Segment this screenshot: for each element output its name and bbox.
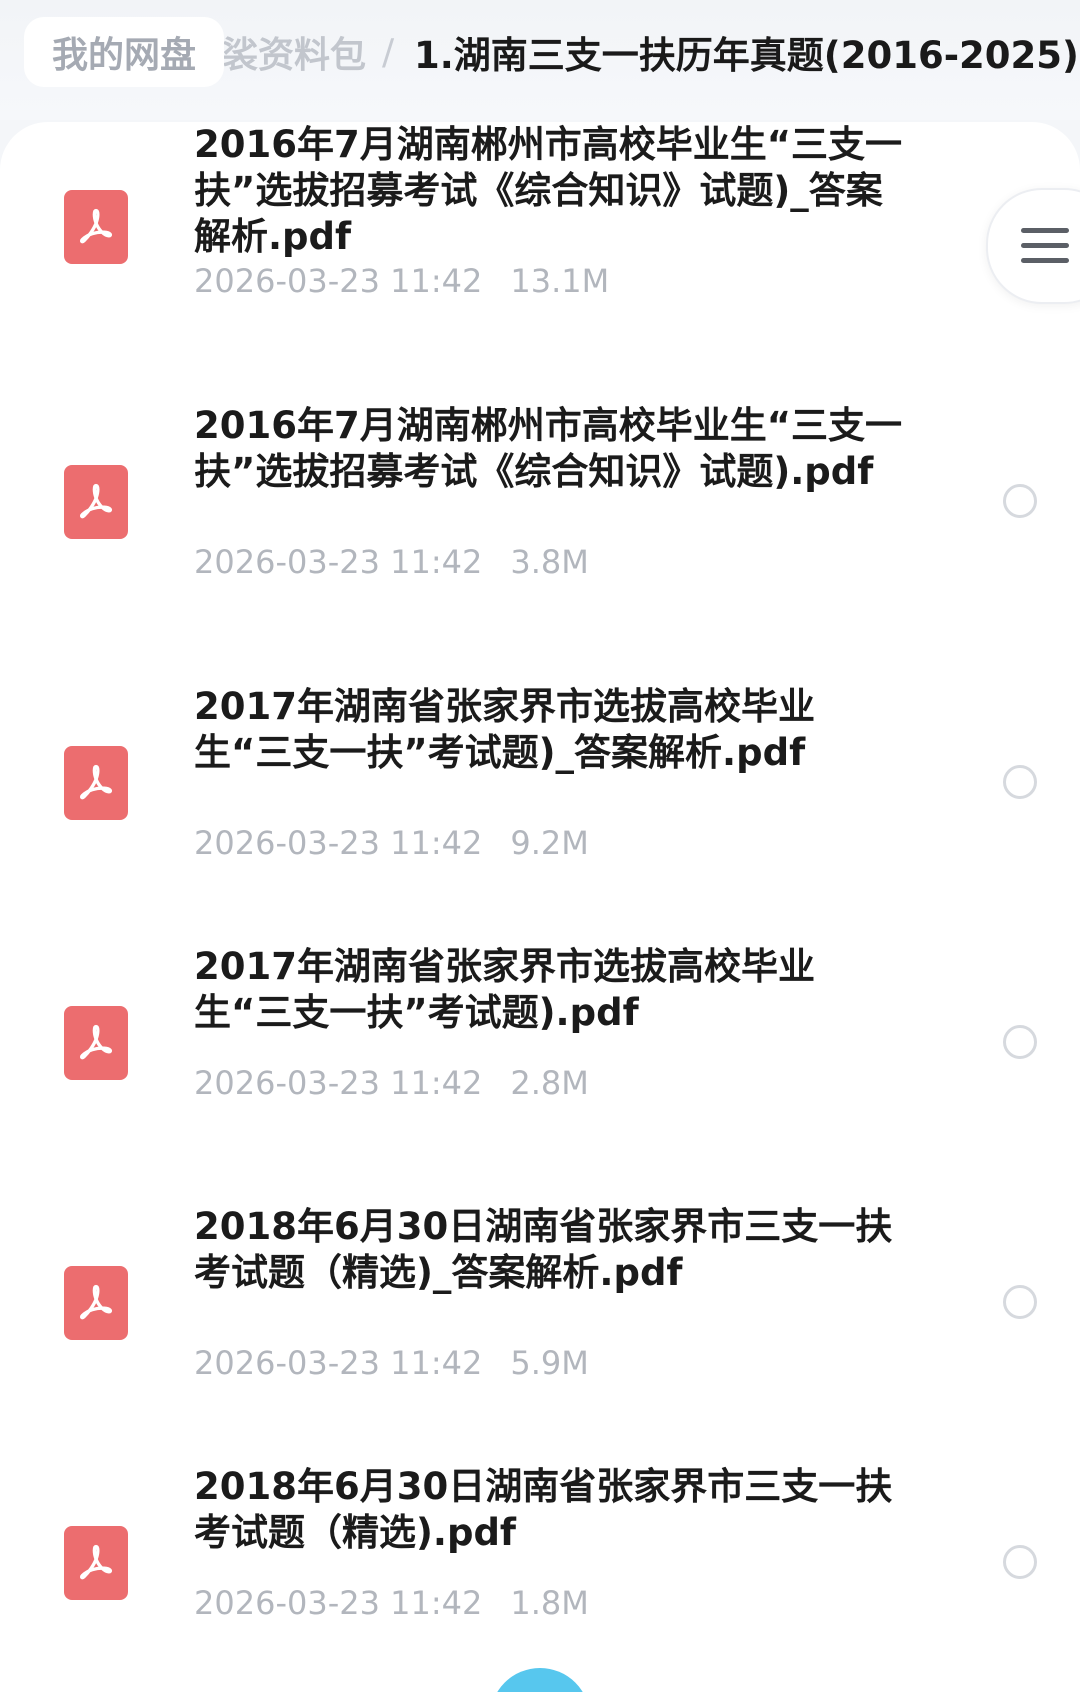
file-name: 2017年湖南省张家界市选拔高校毕业生“三支一扶”考试题).pdf (194, 945, 815, 1034)
file-name: 2018年6月30日湖南省张家界市三支一扶考试题（精选)_答案解析.pdf (194, 1205, 893, 1294)
file-row[interactable]: 2017年湖南省张家界市选拔高校毕业生“三支一扶”考试题)_答案解析.pdf 2… (0, 685, 1080, 952)
file-row[interactable]: 2018年6月30日湖南省张家界市三支一扶考试题（精选).pdf 2026-03… (0, 1465, 1080, 1692)
select-radio[interactable] (1003, 765, 1037, 799)
pdf-icon (64, 746, 128, 820)
file-meta: 2026-03-23 11:42 13.1M (194, 262, 609, 300)
file-name: 2016年7月湖南郴州市高校毕业生“三支一扶”选拔招募考试《综合知识》试题)_答… (194, 123, 903, 258)
file-size: 1.8M (510, 1584, 589, 1622)
breadcrumb-home[interactable]: 我的网盘 (24, 17, 225, 87)
file-date: 2026-03-23 11:42 (194, 543, 483, 581)
menu-icon-bar (1021, 243, 1069, 248)
select-radio[interactable] (1003, 484, 1037, 518)
file-meta: 2026-03-23 11:42 3.8M (194, 543, 589, 581)
file-date: 2026-03-23 11:42 (194, 1064, 483, 1102)
menu-icon-bar (1021, 258, 1069, 263)
file-size: 13.1M (510, 262, 610, 300)
file-name: 2016年7月湖南郴州市高校毕业生“三支一扶”选拔招募考试《综合知识》试题).p… (194, 404, 903, 493)
file-name: 2017年湖南省张家界市选拔高校毕业生“三支一扶”考试题)_答案解析.pdf (194, 685, 815, 774)
pdf-icon (64, 1266, 128, 1340)
file-size: 3.8M (510, 543, 589, 581)
file-list: 2016年7月湖南郴州市高校毕业生“三支一扶”选拔招募考试《综合知识》试题)_答… (0, 122, 1080, 1692)
pdf-icon (64, 190, 128, 264)
select-radio[interactable] (1003, 1285, 1037, 1319)
file-meta: 2026-03-23 11:42 5.9M (194, 1344, 589, 1382)
breadcrumb-separator: / (382, 31, 395, 73)
pdf-icon (64, 465, 128, 539)
select-radio[interactable] (1003, 1545, 1037, 1579)
file-row[interactable]: 2017年湖南省张家界市选拔高校毕业生“三支一扶”考试题).pdf 2026-0… (0, 945, 1080, 1212)
file-name: 2018年6月30日湖南省张家界市三支一扶考试题（精选).pdf (194, 1465, 893, 1554)
pdf-icon (64, 1526, 128, 1600)
file-meta: 2026-03-23 11:42 1.8M (194, 1584, 589, 1622)
file-browser-screen: 我的网盘 裟资料包 / 1.湖南三支一扶历年真题(2016-2025) 2016… (0, 0, 1080, 1692)
file-size: 5.9M (510, 1344, 589, 1382)
file-date: 2026-03-23 11:42 (194, 1584, 483, 1622)
file-meta: 2026-03-23 11:42 9.2M (194, 824, 589, 862)
file-meta: 2026-03-23 11:42 2.8M (194, 1064, 589, 1102)
pdf-icon (64, 1006, 128, 1080)
file-row[interactable]: 2016年7月湖南郴州市高校毕业生“三支一扶”选拔招募考试《综合知识》试题)_答… (0, 123, 1080, 390)
file-date: 2026-03-23 11:42 (194, 1344, 483, 1382)
file-row[interactable]: 2016年7月湖南郴州市高校毕业生“三支一扶”选拔招募考试《综合知识》试题).p… (0, 404, 1080, 671)
breadcrumb: 我的网盘 裟资料包 / 1.湖南三支一扶历年真题(2016-2025) (0, 0, 1080, 120)
breadcrumb-parent[interactable]: 裟资料包 (222, 22, 366, 82)
file-size: 2.8M (510, 1064, 589, 1102)
file-size: 9.2M (510, 824, 589, 862)
select-radio[interactable] (1003, 1025, 1037, 1059)
file-date: 2026-03-23 11:42 (194, 262, 483, 300)
file-row[interactable]: 2018年6月30日湖南省张家界市三支一扶考试题（精选)_答案解析.pdf 20… (0, 1205, 1080, 1472)
file-date: 2026-03-23 11:42 (194, 824, 483, 862)
breadcrumb-current-folder: 1.湖南三支一扶历年真题(2016-2025) (414, 34, 1079, 77)
menu-icon (1021, 228, 1069, 233)
